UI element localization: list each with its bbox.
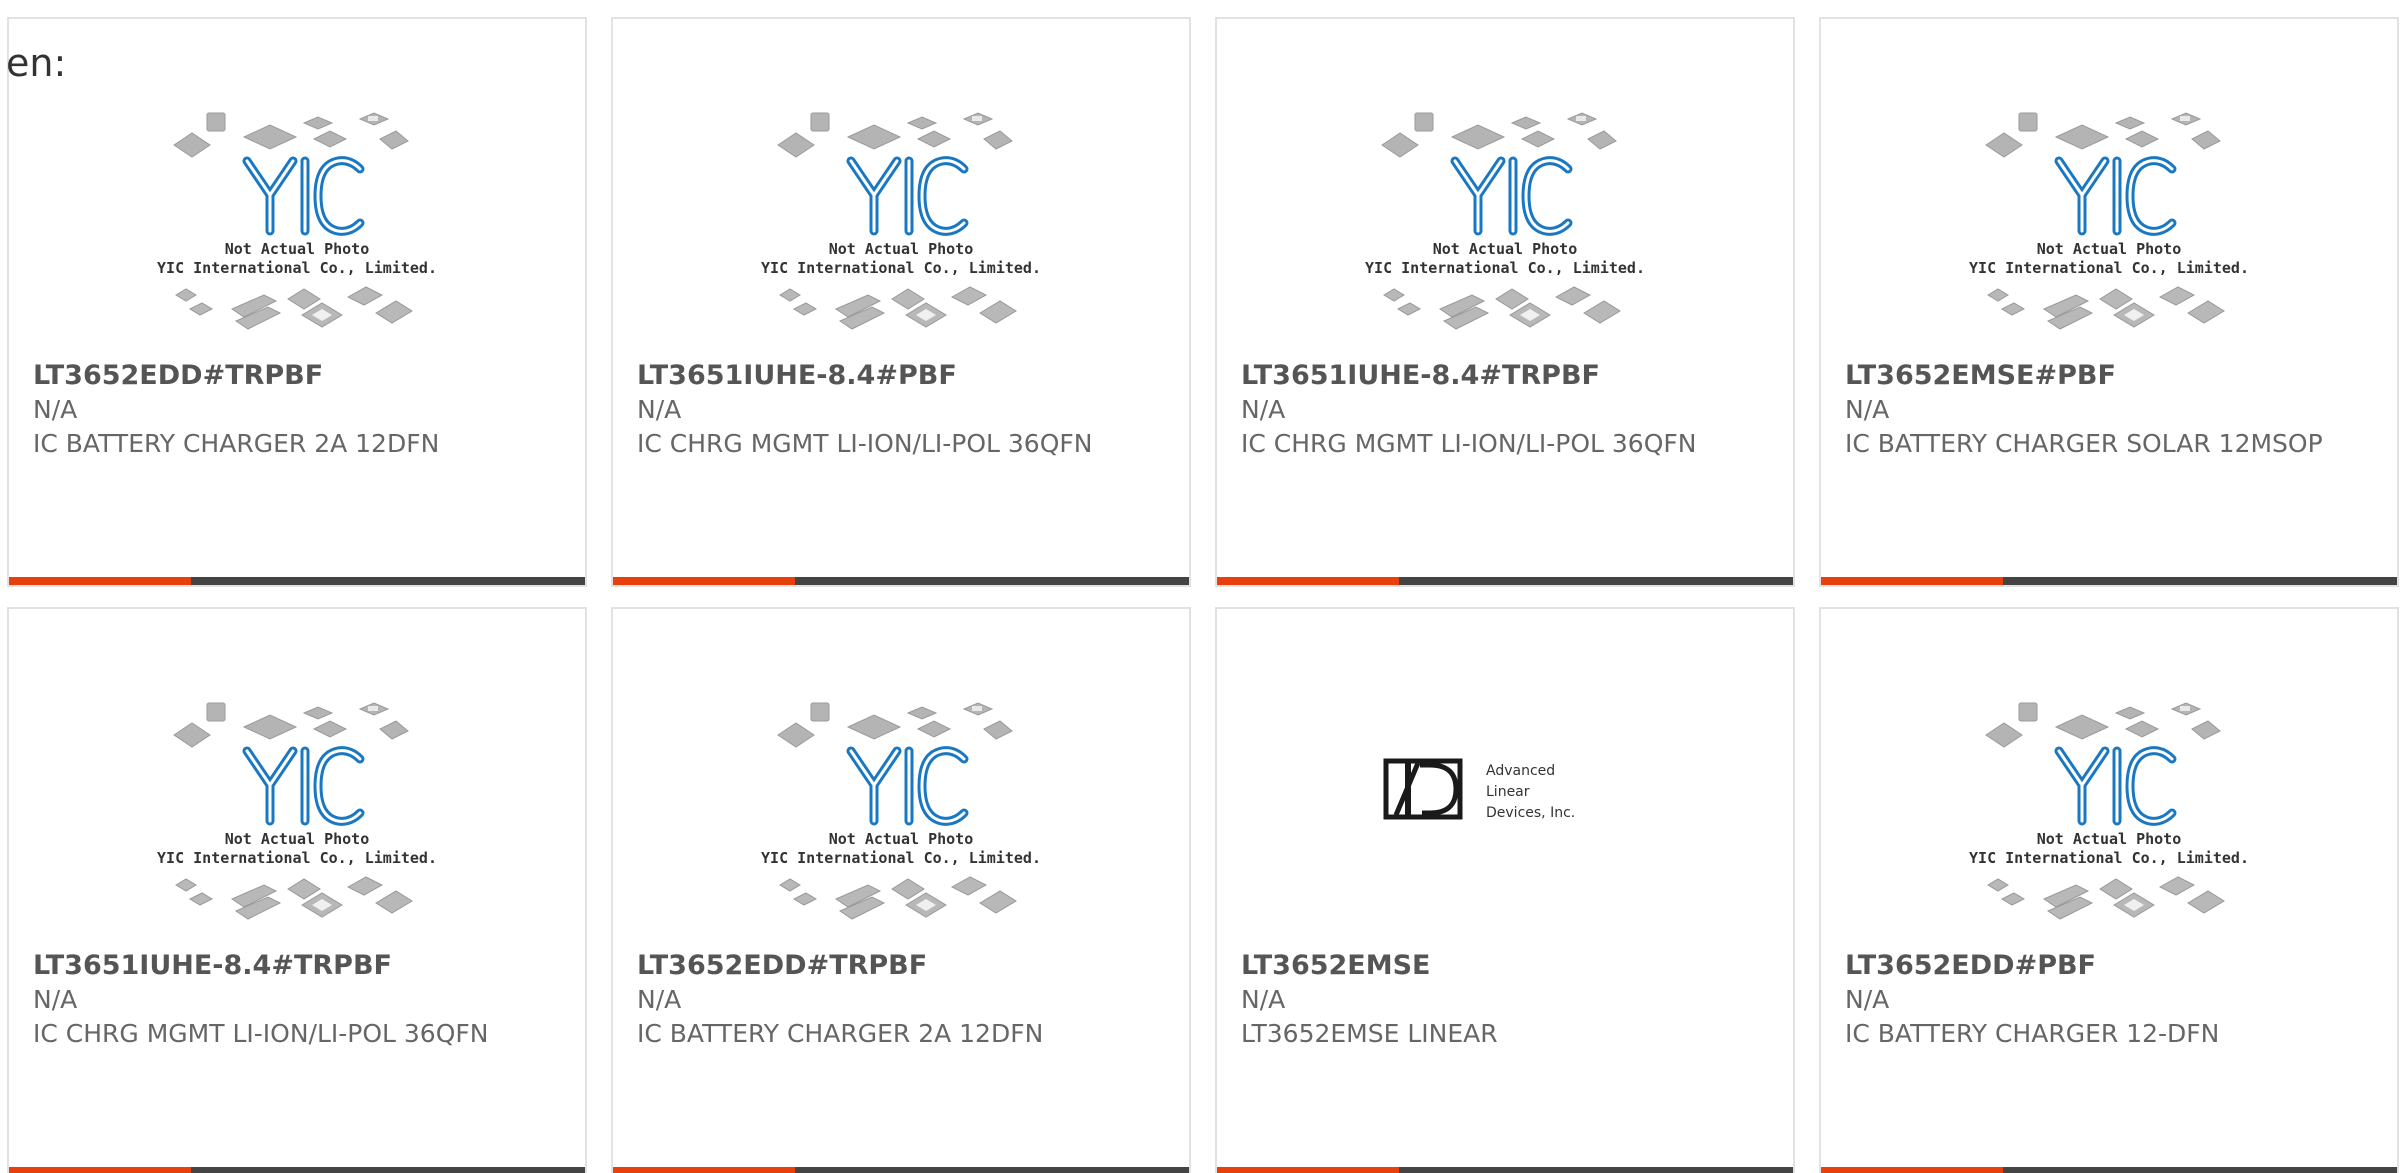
product-info: LT3651IUHE-8.4#TRPBF N/A IC CHRG MGMT LI-I… bbox=[1241, 359, 1769, 461]
card-accent-bar bbox=[9, 1167, 191, 1173]
card-accent-bar bbox=[1217, 1167, 1399, 1173]
manufacturer-label: N/A bbox=[1845, 985, 1890, 1014]
part-number-link[interactable]: LT3651IUHE-8.4#TRPBF bbox=[1241, 359, 1769, 393]
svg-text:YIC International Co., Limited: YIC International Co., Limited. bbox=[761, 849, 1041, 867]
card-footer-bar bbox=[1217, 577, 1793, 585]
card-footer-bar bbox=[613, 577, 1189, 585]
product-card[interactable]: Advanced Linear Devices, Inc. LT3652EMSE… bbox=[1215, 607, 1795, 1173]
product-info: LT3651IUHE-8.4#TRPBF N/A IC CHRG MGMT LI-I… bbox=[33, 949, 561, 1051]
svg-text:Not Actual Photo: Not Actual Photo bbox=[1433, 240, 1578, 258]
yic-placeholder-image: Not Actual Photo YIC International Co., … bbox=[1365, 112, 1645, 330]
part-number-link[interactable]: LT3652EDD#TRPBF bbox=[33, 359, 561, 393]
product-description: IC BATTERY CHARGER 12-DFN bbox=[1845, 1019, 2220, 1048]
product-info: LT3651IUHE-8.4#PBF N/A IC CHRG MGMT LI-ION… bbox=[637, 359, 1165, 461]
part-number-link[interactable]: LT3652EDD#PBF bbox=[1845, 949, 2373, 983]
manufacturer-label: N/A bbox=[1241, 985, 1286, 1014]
product-grid: Not Actual Photo YIC International Co., … bbox=[7, 17, 2399, 1173]
card-footer-bar bbox=[9, 1167, 585, 1173]
product-image[interactable]: Not Actual Photo YIC International Co., … bbox=[1821, 99, 2397, 339]
svg-text:YIC International Co., Limited: YIC International Co., Limited. bbox=[1365, 259, 1645, 277]
manufacturer-label: N/A bbox=[637, 395, 682, 424]
product-description: IC BATTERY CHARGER SOLAR 12MSOP bbox=[1845, 429, 2323, 458]
svg-text:YIC International Co., Limited: YIC International Co., Limited. bbox=[157, 259, 437, 277]
svg-text:Not Actual Photo: Not Actual Photo bbox=[225, 240, 370, 258]
product-image[interactable]: Not Actual Photo YIC International Co., … bbox=[1217, 99, 1793, 339]
product-card[interactable]: Not Actual Photo YIC International Co., … bbox=[7, 607, 587, 1173]
product-image[interactable]: Not Actual Photo YIC International Co., … bbox=[613, 689, 1189, 929]
yic-placeholder-image: Not Actual Photo YIC International Co., … bbox=[157, 112, 437, 330]
manufacturer-label: N/A bbox=[637, 985, 682, 1014]
card-footer-bar bbox=[9, 577, 585, 585]
card-footer-bar bbox=[613, 1167, 1189, 1173]
svg-text:Devices, Inc.: Devices, Inc. bbox=[1486, 805, 1575, 821]
svg-text:Not Actual Photo: Not Actual Photo bbox=[225, 830, 370, 848]
card-footer-bar bbox=[1821, 1167, 2397, 1173]
part-number-link[interactable]: LT3652EMSE#PBF bbox=[1845, 359, 2373, 393]
card-accent-bar bbox=[613, 577, 795, 585]
svg-text:Not Actual Photo: Not Actual Photo bbox=[829, 830, 974, 848]
product-description: LT3652EMSE LINEAR bbox=[1241, 1019, 1498, 1048]
product-description: IC CHRG MGMT LI-ION/LI-POL 36QFN bbox=[637, 429, 1093, 458]
product-image[interactable]: Not Actual Photo YIC International Co., … bbox=[9, 689, 585, 929]
svg-text:Not Actual Photo: Not Actual Photo bbox=[2037, 240, 2182, 258]
card-accent-bar bbox=[1821, 577, 2003, 585]
svg-text:YIC International Co., Limited: YIC International Co., Limited. bbox=[1969, 849, 2249, 867]
svg-text:Linear: Linear bbox=[1486, 784, 1530, 800]
part-number-link[interactable]: LT3652EMSE bbox=[1241, 949, 1769, 983]
product-card[interactable]: Not Actual Photo YIC International Co., … bbox=[7, 17, 587, 587]
part-number-link[interactable]: LT3651IUHE-8.4#TRPBF bbox=[33, 949, 561, 983]
product-card[interactable]: Not Actual Photo YIC International Co., … bbox=[611, 607, 1191, 1173]
product-card[interactable]: Not Actual Photo YIC International Co., … bbox=[611, 17, 1191, 587]
product-image[interactable]: Not Actual Photo YIC International Co., … bbox=[9, 99, 585, 339]
product-card[interactable]: Not Actual Photo YIC International Co., … bbox=[1215, 17, 1795, 587]
manufacturer-label: N/A bbox=[33, 985, 78, 1014]
card-footer-bar bbox=[1821, 577, 2397, 585]
manufacturer-label: N/A bbox=[33, 395, 78, 424]
svg-text:Not Actual Photo: Not Actual Photo bbox=[829, 240, 974, 258]
ald-logo-image: Advanced Linear Devices, Inc. bbox=[1383, 758, 1575, 821]
product-description: IC CHRG MGMT LI-ION/LI-POL 36QFN bbox=[33, 1019, 489, 1048]
svg-text:Not Actual Photo: Not Actual Photo bbox=[2037, 830, 2182, 848]
part-number-link[interactable]: LT3651IUHE-8.4#PBF bbox=[637, 359, 1165, 393]
product-image[interactable]: Not Actual Photo YIC International Co., … bbox=[613, 99, 1189, 339]
product-info: LT3652EDD#PBF N/A IC BATTERY CHARGER 12-DF… bbox=[1845, 949, 2373, 1051]
product-image[interactable]: Advanced Linear Devices, Inc. bbox=[1217, 689, 1793, 929]
card-accent-bar bbox=[1217, 577, 1399, 585]
part-number-link[interactable]: LT3652EDD#TRPBF bbox=[637, 949, 1165, 983]
card-accent-bar bbox=[613, 1167, 795, 1173]
card-accent-bar bbox=[1821, 1167, 2003, 1173]
yic-placeholder-image: Not Actual Photo YIC International Co., … bbox=[761, 702, 1041, 920]
product-listing-page: en: Not Actual Photo YIC International C… bbox=[0, 0, 2400, 1173]
svg-text:YIC International Co., Limited: YIC International Co., Limited. bbox=[761, 259, 1041, 277]
product-card[interactable]: Not Actual Photo YIC International Co., … bbox=[1819, 17, 2399, 587]
product-info: LT3652EMSE N/A LT3652EMSE LINEAR bbox=[1241, 949, 1769, 1051]
card-footer-bar bbox=[1217, 1167, 1793, 1173]
product-image[interactable]: Not Actual Photo YIC International Co., … bbox=[1821, 689, 2397, 929]
product-description: IC BATTERY CHARGER 2A 12DFN bbox=[33, 429, 440, 458]
product-card[interactable]: Not Actual Photo YIC International Co., … bbox=[1819, 607, 2399, 1173]
yic-placeholder-image: Not Actual Photo YIC International Co., … bbox=[1969, 112, 2249, 330]
svg-text:Advanced: Advanced bbox=[1486, 763, 1555, 779]
product-info: LT3652EDD#TRPBF N/A IC BATTERY CHARGER 2A … bbox=[637, 949, 1165, 1051]
yic-placeholder-image: Not Actual Photo YIC International Co., … bbox=[761, 112, 1041, 330]
card-accent-bar bbox=[9, 577, 191, 585]
yic-placeholder-image: Not Actual Photo YIC International Co., … bbox=[1969, 702, 2249, 920]
yic-placeholder-image: Not Actual Photo YIC International Co., … bbox=[157, 702, 437, 920]
product-info: LT3652EMSE#PBF N/A IC BATTERY CHARGER SOLA… bbox=[1845, 359, 2373, 461]
svg-text:YIC International Co., Limited: YIC International Co., Limited. bbox=[1969, 259, 2249, 277]
product-description: IC BATTERY CHARGER 2A 12DFN bbox=[637, 1019, 1044, 1048]
language-label: en: bbox=[6, 41, 67, 85]
product-description: IC CHRG MGMT LI-ION/LI-POL 36QFN bbox=[1241, 429, 1697, 458]
svg-text:YIC International Co., Limited: YIC International Co., Limited. bbox=[157, 849, 437, 867]
product-info: LT3652EDD#TRPBF N/A IC BATTERY CHARGER 2A … bbox=[33, 359, 561, 461]
manufacturer-label: N/A bbox=[1845, 395, 1890, 424]
manufacturer-label: N/A bbox=[1241, 395, 1286, 424]
